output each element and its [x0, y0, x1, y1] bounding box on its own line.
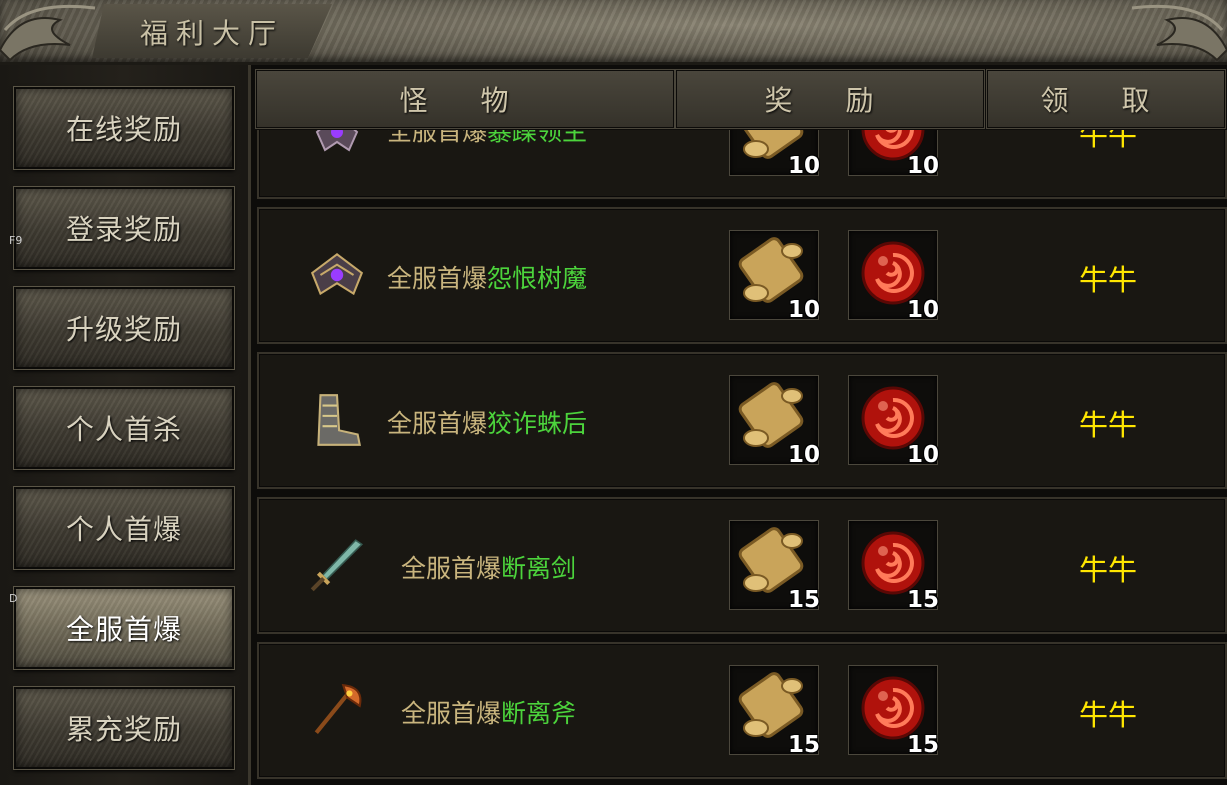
nav-levelup-reward-button[interactable]: 升级奖励 — [13, 286, 235, 370]
table-row: 全服首爆断离剑 15 15 牛牛 — [257, 497, 1227, 634]
monster-prefix: 全服首爆 — [387, 264, 488, 293]
reward-count: 15 — [906, 732, 939, 758]
monster-name: 断离剑 — [501, 554, 577, 583]
claim-link[interactable]: 牛牛 — [1079, 402, 1137, 444]
table-header: 怪 物 奖 励 领 取 — [254, 69, 1227, 129]
monster-label: 全服首爆怨恨树魔 — [387, 259, 587, 295]
claim-link[interactable]: 牛牛 — [1079, 257, 1137, 299]
claim-link[interactable]: 牛牛 — [1079, 692, 1137, 734]
reward-slot-scroll[interactable]: 10 — [729, 130, 820, 179]
nav-login-reward-button[interactable]: 登录奖励 — [13, 186, 235, 270]
monster-label: 全服首爆狡诈蛛后 — [387, 404, 587, 440]
reward-count: 15 — [906, 587, 939, 613]
claim-link[interactable]: 牛牛 — [1079, 130, 1137, 154]
monster-name: 狡诈蛛后 — [487, 409, 588, 438]
header-reward: 奖 励 — [675, 69, 985, 129]
table-row: 全服首爆暴躁领主 10 10 牛牛 — [257, 130, 1227, 199]
reward-count: 15 — [787, 587, 820, 613]
wing-helmet-icon — [305, 243, 369, 307]
boots-icon — [305, 388, 369, 452]
monster-name: 断离斧 — [501, 699, 577, 728]
nav-personal-first-kill-button[interactable]: 个人首杀 — [13, 386, 235, 470]
reward-count: 10 — [906, 442, 939, 468]
claim-link[interactable]: 牛牛 — [1079, 547, 1137, 589]
reward-slot-orb[interactable]: 10 — [848, 230, 939, 323]
monster-label: 全服首爆断离剑 — [401, 549, 576, 585]
table-row: 全服首爆怨恨树魔 10 10 牛牛 — [257, 207, 1227, 344]
reward-slot-scroll[interactable]: 15 — [729, 520, 820, 613]
reward-count: 10 — [906, 153, 939, 179]
reward-slot-scroll[interactable]: 10 — [729, 375, 820, 468]
monster-prefix: 全服首爆 — [401, 554, 502, 583]
table-row: 全服首爆断离斧 15 15 牛牛 — [257, 642, 1227, 779]
monster-name: 暴躁领主 — [487, 130, 588, 146]
reward-slot-orb[interactable]: 15 — [848, 665, 939, 758]
nav-server-first-drop-button[interactable]: 全服首爆 — [13, 586, 235, 670]
window-title: 福利大厅 — [140, 17, 285, 50]
hotkey-f9-label: F9 — [9, 234, 23, 247]
title-bar: 福利大厅 — [0, 0, 1227, 65]
sidebar-nav: 在线奖励 登录奖励 升级奖励 个人首杀 个人首爆 全服首爆 累充奖励 — [0, 65, 251, 785]
monster-prefix: 全服首爆 — [387, 409, 488, 438]
reward-slot-orb[interactable]: 10 — [848, 375, 939, 468]
reward-count: 10 — [787, 442, 820, 468]
header-monster: 怪 物 — [255, 69, 675, 129]
reward-count: 15 — [787, 732, 820, 758]
wing-helmet-icon — [305, 130, 369, 164]
reward-count: 10 — [787, 153, 820, 179]
reward-list[interactable]: 全服首爆暴躁领主 10 10 牛牛 全服首爆怨恨树魔 10 10 牛牛 全服首爆… — [254, 130, 1227, 785]
monster-label: 全服首爆断离斧 — [401, 694, 576, 730]
reward-slot-orb[interactable]: 15 — [848, 520, 939, 613]
reward-count: 10 — [906, 297, 939, 323]
reward-slot-scroll[interactable]: 10 — [729, 230, 820, 323]
nav-online-reward-button[interactable]: 在线奖励 — [13, 86, 235, 170]
table-row: 全服首爆狡诈蛛后 10 10 牛牛 — [257, 352, 1227, 489]
axe-icon — [305, 678, 369, 742]
header-claim: 领 取 — [986, 69, 1226, 129]
dragon-ornament-icon — [1131, 4, 1227, 62]
reward-slot-scroll[interactable]: 15 — [729, 665, 820, 758]
sword-icon — [305, 533, 369, 597]
monster-label: 全服首爆暴躁领主 — [387, 130, 587, 148]
reward-slot-orb[interactable]: 10 — [848, 130, 939, 179]
nav-personal-first-drop-button[interactable]: 个人首爆 — [13, 486, 235, 570]
nav-recharge-reward-button[interactable]: 累充奖励 — [13, 686, 235, 770]
monster-prefix: 全服首爆 — [401, 699, 502, 728]
monster-prefix: 全服首爆 — [387, 130, 488, 146]
hotkey-d-label: D — [9, 592, 18, 605]
reward-count: 10 — [787, 297, 820, 323]
monster-name: 怨恨树魔 — [487, 264, 588, 293]
